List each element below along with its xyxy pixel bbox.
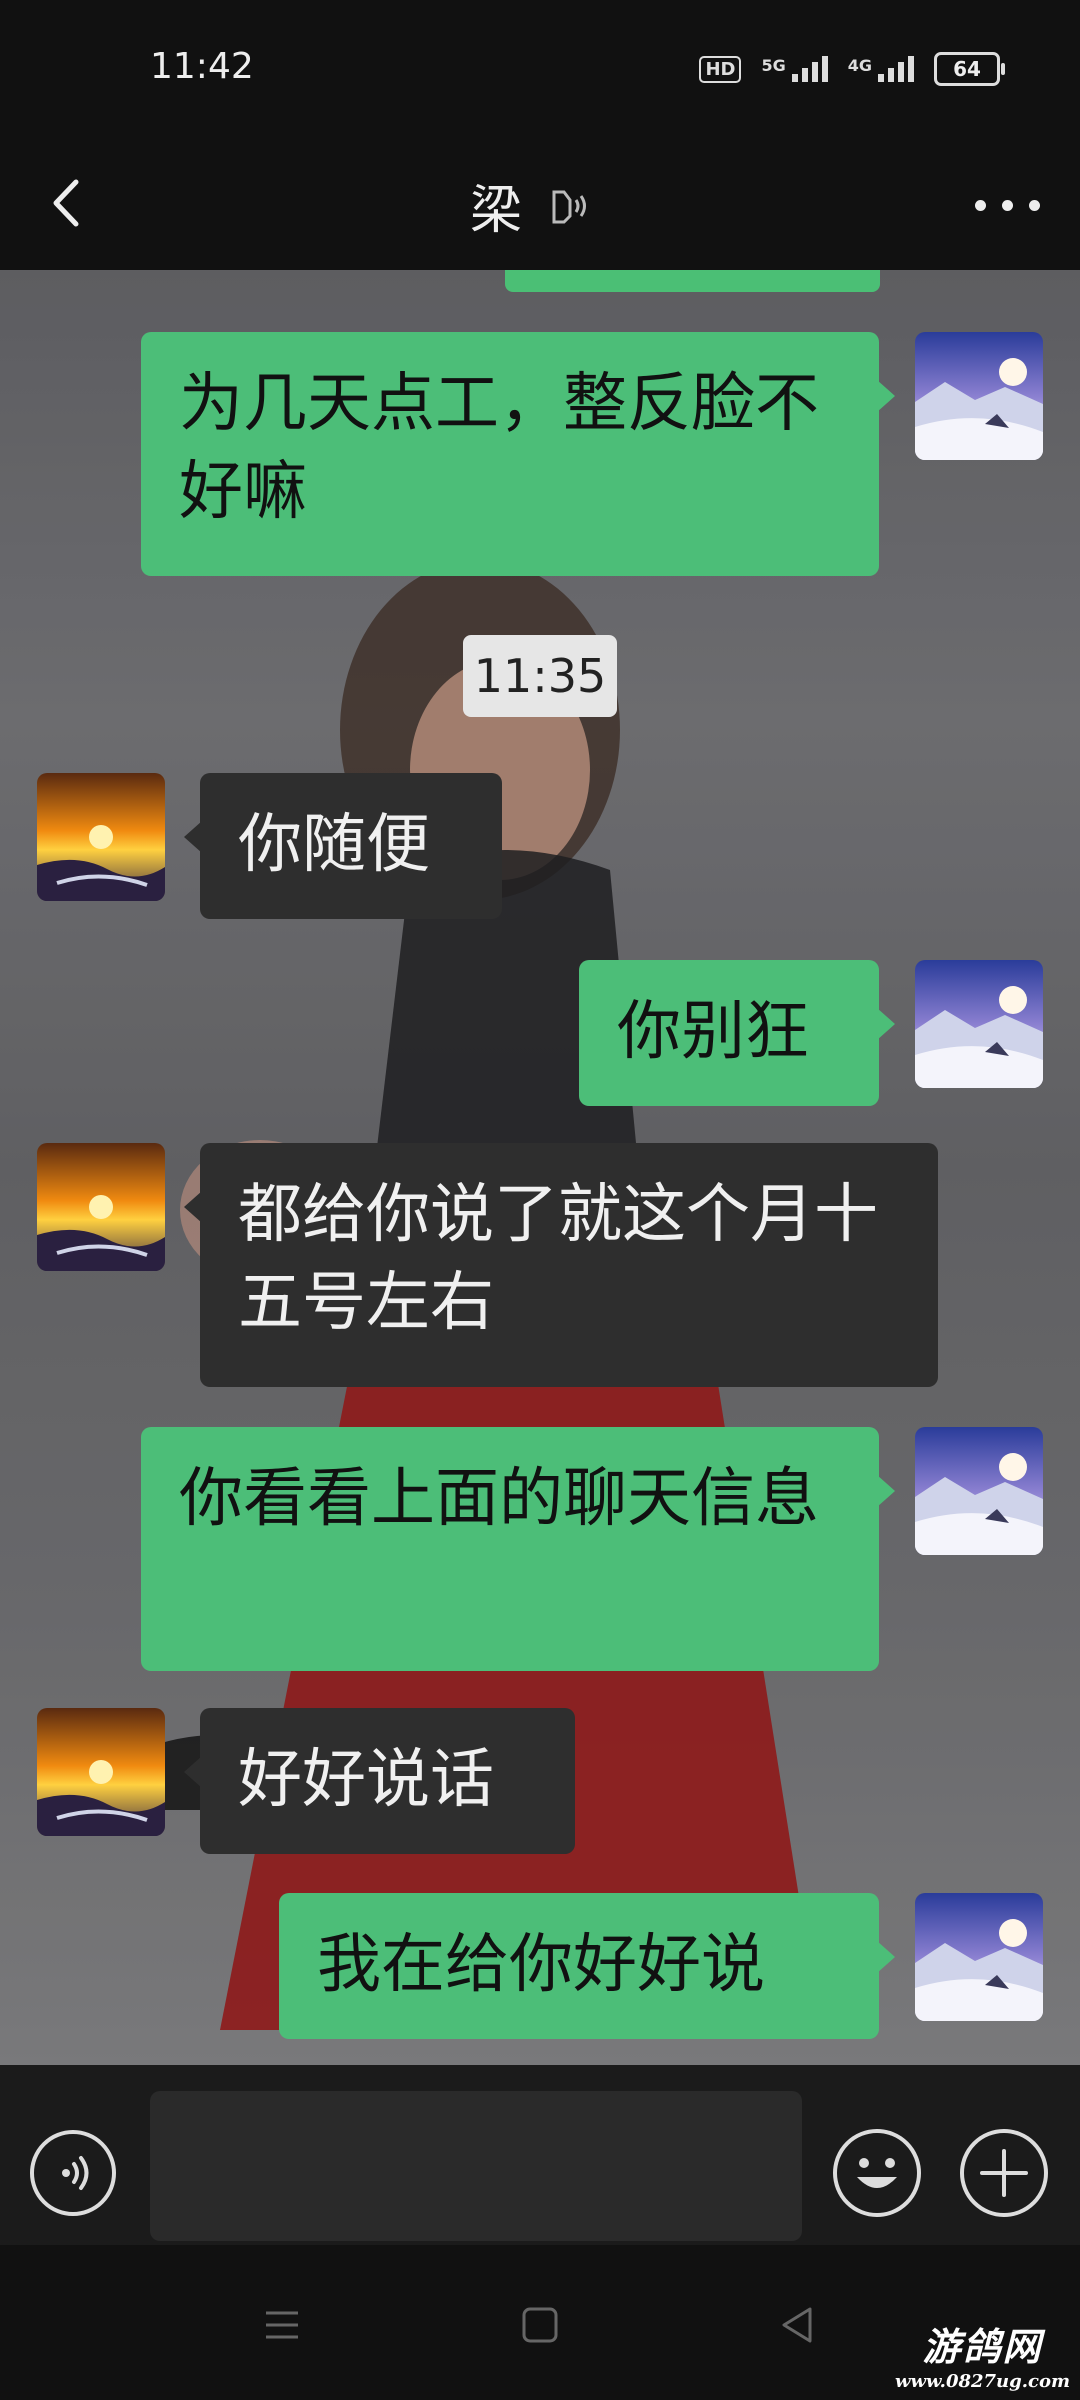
dot-icon: [1029, 199, 1040, 211]
message-bubble-received[interactable]: 好好说话: [184, 1708, 575, 1854]
contact-avatar[interactable]: [37, 1708, 165, 1836]
voice-icon: [62, 2156, 89, 2190]
earpiece-mode-icon: [552, 190, 587, 223]
triangle-back-icon: [782, 2307, 812, 2343]
hd-icon: HD: [699, 55, 742, 83]
back-nav-button[interactable]: [768, 2295, 828, 2355]
plus-icon: [980, 2149, 1028, 2197]
contact-name: 梁: [470, 181, 523, 241]
message-bubble-sent[interactable]: 为几天点工，整反脸不好嘛: [141, 332, 895, 576]
more-functions-button[interactable]: [960, 2129, 1048, 2217]
emoji-button[interactable]: [833, 2129, 921, 2217]
status-icons: HD 5G 4G 64: [699, 52, 1005, 86]
more-options-button[interactable]: [975, 170, 1040, 240]
battery-icon: 64: [934, 52, 1005, 86]
signal-5g-icon: 5G: [761, 56, 828, 82]
my-avatar[interactable]: [915, 960, 1043, 1088]
menu-nav-button[interactable]: [252, 2295, 312, 2355]
my-avatar[interactable]: [915, 1893, 1043, 2021]
emoji-icon: [857, 2158, 897, 2188]
message-input[interactable]: [150, 2091, 802, 2241]
square-home-icon: [522, 2307, 558, 2343]
message-bubble-sent[interactable]: 你看看上面的聊天信息: [141, 1427, 895, 1671]
input-bar: [0, 2065, 1080, 2245]
home-nav-button[interactable]: [510, 2295, 570, 2355]
contact-avatar[interactable]: [37, 1143, 165, 1271]
chat-header: 梁: [0, 140, 1080, 270]
message-bubble-sent[interactable]: 你别狂: [579, 960, 895, 1106]
signal-4g-icon: 4G: [848, 56, 914, 82]
message-bubble-sent[interactable]: 我在给你好好说: [279, 1893, 895, 2039]
watermark-logo: 游鸽网 www.0827ug.com: [895, 2324, 1070, 2392]
chat-title: 梁: [470, 168, 590, 243]
my-avatar[interactable]: [915, 332, 1043, 460]
dot-icon: [975, 199, 986, 211]
chevron-left-icon: [53, 179, 79, 227]
message-timestamp: 11:35: [463, 635, 617, 717]
message-bubble-received[interactable]: 你随便: [184, 773, 502, 919]
chat-area[interactable]: 为几天点工，整反脸不好嘛 11:35 你随便 你别狂 都给你说了就这个月十五号左…: [0, 270, 1080, 2065]
previous-message-bubble[interactable]: [505, 270, 880, 292]
voice-input-button[interactable]: [30, 2130, 116, 2216]
menu-icon: [266, 2311, 298, 2339]
dot-icon: [1002, 199, 1013, 211]
my-avatar[interactable]: [915, 1427, 1043, 1555]
message-bubble-received[interactable]: 都给你说了就这个月十五号左右: [184, 1143, 938, 1387]
contact-avatar[interactable]: [37, 773, 165, 901]
system-nav-bar: 游鸽网 www.0827ug.com: [0, 2245, 1080, 2400]
back-button[interactable]: [44, 168, 94, 238]
status-bar: 11:42 HD 5G 4G 64: [0, 0, 1080, 140]
clock: 11:42: [150, 46, 254, 87]
